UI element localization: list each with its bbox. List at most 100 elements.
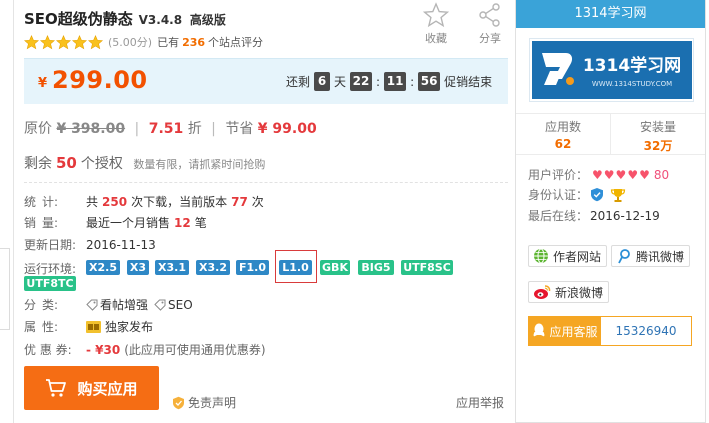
exclusive-badge-icon <box>86 320 101 333</box>
sina-weibo-button[interactable]: 新浪微博 <box>528 281 610 303</box>
heart-icon: ♥ <box>603 167 615 182</box>
installs-stat: 安装量 32万 <box>610 114 705 154</box>
env-tag[interactable]: F1.0 <box>236 260 269 275</box>
heart-icon: ♥ <box>639 167 650 182</box>
sales-text1: 最近一个月销售 <box>86 216 171 230</box>
env-tag[interactable]: X3.1 <box>155 260 189 275</box>
svg-text:1314学习网: 1314学习网 <box>582 55 680 76</box>
sales-text2: 笔 <box>194 216 207 230</box>
environments-label: 运行环境: <box>24 262 77 276</box>
env-tag[interactable]: BIG5 <box>358 260 394 275</box>
user-rating-row: 用户评价： ♥ ♥ ♥ ♥ ♥ 80 <box>528 166 669 183</box>
user-rating-label: 用户评价： <box>528 168 589 182</box>
developer-logo[interactable]: 1314学习网 WWW.1314STUDY.COM <box>529 38 694 102</box>
category-item[interactable]: SEO <box>154 298 193 312</box>
env-tag[interactable]: X3.2 <box>196 260 230 275</box>
stats-label: 统计: <box>24 195 58 209</box>
category-item[interactable]: 看帖增强 <box>86 296 148 313</box>
stats-downloads: 250 <box>102 194 128 209</box>
coupon-value: - ¥30 <box>86 342 121 357</box>
attribute-label: 属性: <box>24 320 58 334</box>
buy-app-button[interactable]: 购买应用 <box>24 366 159 410</box>
separator: | <box>211 121 216 137</box>
star-icon <box>56 34 71 49</box>
original-price-label: 原价 <box>24 121 52 137</box>
developer-title: 1314学习网 <box>516 0 705 28</box>
installs-value: 32万 <box>643 139 673 153</box>
share-icon <box>479 3 500 27</box>
star-icon <box>40 34 55 49</box>
countdown-days: 6 <box>314 72 331 91</box>
app-detail-main: SEO超级伪静态 V3.4.8 高级版 (5.00分) 已有 236 个站点评分… <box>22 0 508 423</box>
report-app-link[interactable]: 应用举报 <box>456 394 504 411</box>
tag-icon <box>86 299 98 311</box>
sales-label: 销量: <box>24 216 58 230</box>
identity-label: 身份认证： <box>528 188 589 202</box>
countdown-prefix: 还剩 <box>286 75 311 89</box>
qq-icon <box>534 323 545 337</box>
star-icon <box>24 34 39 49</box>
countdown-colon: : <box>376 74 381 89</box>
star-outline-icon <box>423 2 449 28</box>
original-price-row: 原价 ¥ 398.00 | 7.51 折 | 节省 ¥ 99.00 <box>24 118 317 138</box>
app-service-box[interactable]: 应用客服 15326940 <box>528 316 692 346</box>
sales-count: 12 <box>174 215 191 230</box>
rating-hearts: ♥ ♥ ♥ ♥ ♥ <box>592 168 650 182</box>
env-tag[interactable]: GBK <box>320 260 350 275</box>
service-qq-number[interactable]: 15326940 <box>601 317 691 345</box>
author-website-button[interactable]: 作者网站 <box>528 245 608 267</box>
coupon-row: 优 惠 券: - ¥30 (此应用可使用通用优惠券) <box>24 341 266 358</box>
countdown-days-unit: 天 <box>334 75 347 89</box>
app-level: 高级版 <box>189 13 226 27</box>
user-rating-value: 80 <box>653 167 670 182</box>
countdown-suffix: 促销结束 <box>444 75 493 89</box>
rating-stars <box>24 34 103 50</box>
coupon-label: 优 惠 券: <box>24 343 72 357</box>
developer-sidebar: 1314学习网 1314学习网 WWW.1314STUDY.COM 应用数 62… <box>515 0 706 423</box>
original-price-value: ¥ 398.00 <box>56 121 126 137</box>
env-tag[interactable]: UTF8TC <box>24 276 76 291</box>
left-edge-panel <box>0 0 14 423</box>
sina-weibo-label: 新浪微博 <box>555 285 604 300</box>
favorite-label: 收藏 <box>425 32 447 45</box>
env-tag[interactable]: X3 <box>127 260 149 275</box>
rating-suffix: 个站点评分 <box>208 36 264 49</box>
favorite-button[interactable]: 收藏 <box>418 2 454 46</box>
updated-value: 2016-11-13 <box>86 237 156 252</box>
globe-icon <box>534 248 548 264</box>
app-name: SEO超级伪静态 <box>24 10 133 28</box>
price-box: ¥ 299.00 还剩 6 天 22 : 11 : 56 促销结束 <box>24 58 508 104</box>
save-label: 节省 <box>225 121 254 137</box>
app-service-button[interactable]: 应用客服 <box>529 317 601 345</box>
discount-value: 7.51 <box>148 121 184 137</box>
author-website-label: 作者网站 <box>553 249 602 264</box>
star-icon <box>72 34 87 49</box>
remain-note: 数量有限，请抓紧时间抢购 <box>133 158 266 171</box>
coupon-note: (此应用可使用通用优惠券) <box>124 343 266 357</box>
share-button[interactable]: 分享 <box>472 2 508 46</box>
share-label: 分享 <box>479 32 501 45</box>
last-online-value: 2016-12-19 <box>590 208 660 223</box>
left-edge-stub <box>0 248 10 330</box>
stats-text1: 共 <box>86 195 99 209</box>
price-amount: 299.00 <box>52 66 148 94</box>
heart-icon: ♥ <box>627 167 639 182</box>
attribute-value: 独家发布 <box>105 320 154 334</box>
save-value: ¥ 99.00 <box>257 121 317 137</box>
apps-count-stat[interactable]: 应用数 62 <box>516 114 610 154</box>
env-tag[interactable]: L1.0 <box>279 260 312 275</box>
tag-icon <box>154 299 166 311</box>
env-tag[interactable]: UTF8SC <box>401 260 453 275</box>
attribute-row: 属性: 独家发布 <box>24 318 153 335</box>
remaining-licenses-row: 剩余 50 个授权 数量有限，请抓紧时间抢购 <box>24 153 265 173</box>
env-tag[interactable]: X2.5 <box>86 260 120 275</box>
developer-logo-image: 1314学习网 WWW.1314STUDY.COM <box>531 41 692 99</box>
svg-text:WWW.1314STUDY.COM: WWW.1314STUDY.COM <box>591 80 671 88</box>
rating-prefix: 已有 <box>157 36 180 49</box>
tencent-weibo-button[interactable]: 腾讯微博 <box>611 245 691 267</box>
category-label: 分类: <box>24 298 58 312</box>
disclaimer-link[interactable]: 免责声明 <box>172 394 236 411</box>
sales-row: 销量: 最近一个月销售 12 笔 <box>24 214 207 231</box>
tencent-weibo-label: 腾讯微博 <box>636 249 685 264</box>
countdown-colon: : <box>410 74 415 89</box>
